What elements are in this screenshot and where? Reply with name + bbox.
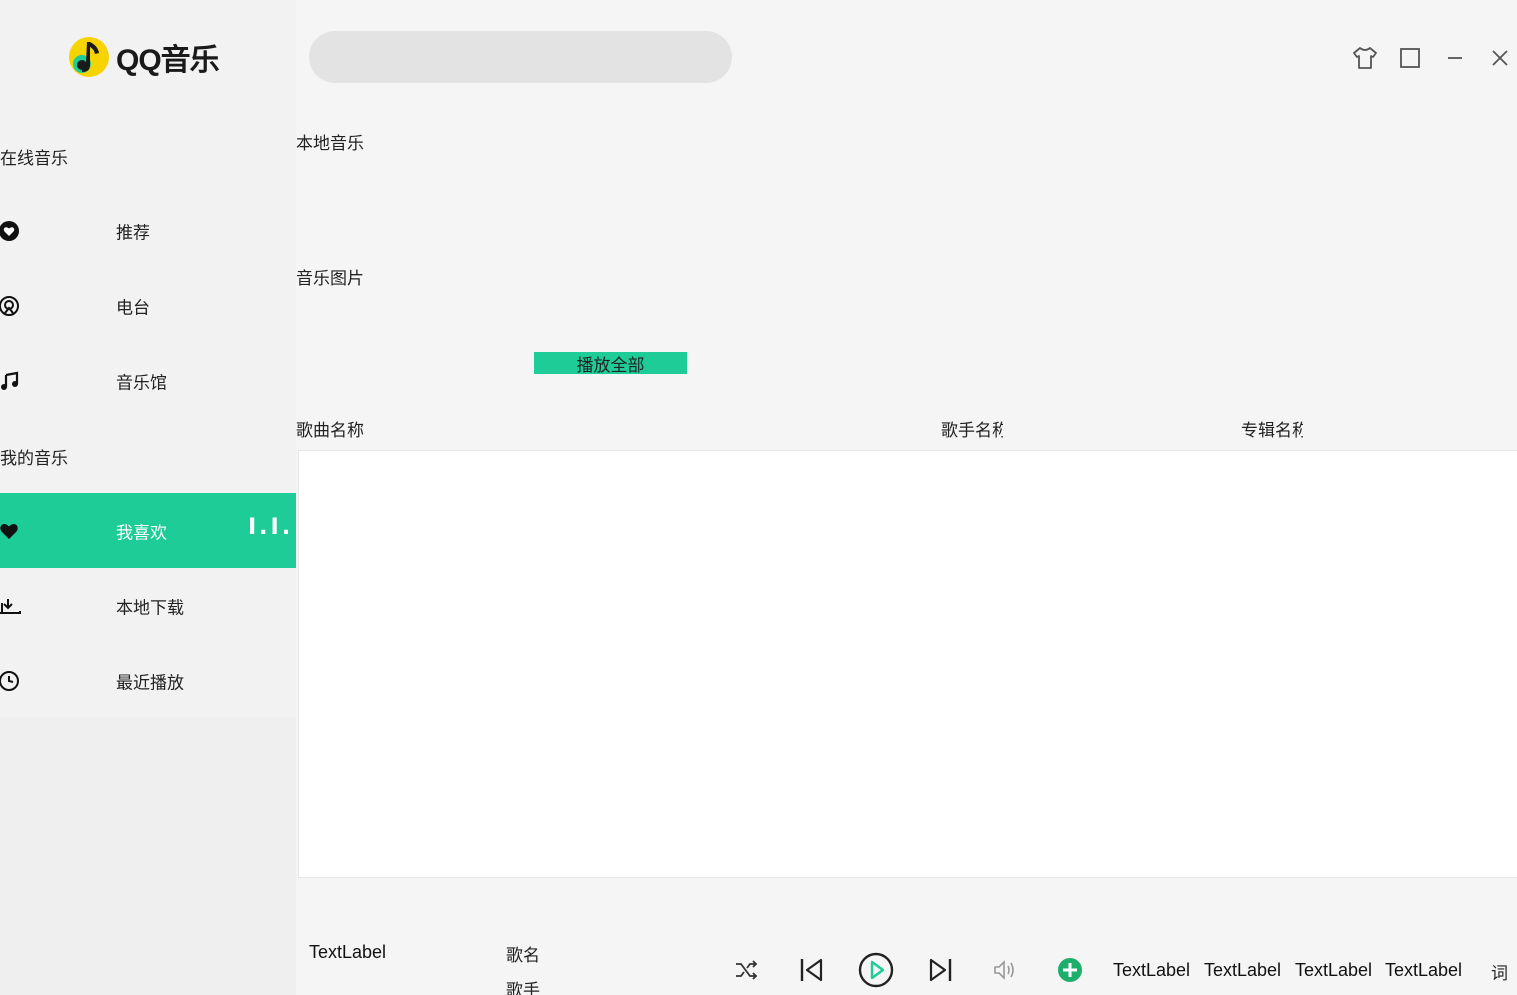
cover-label: TextLabel: [309, 942, 387, 962]
next-icon: [929, 958, 952, 982]
skin-button[interactable]: [1350, 43, 1380, 73]
music-image-label: 音乐图片: [296, 269, 364, 289]
player-text-label-4: TextLabel: [1385, 960, 1463, 980]
sidebar-lower-area: [0, 718, 296, 995]
sidebar-item-music-hall[interactable]: 音乐馆: [0, 343, 296, 418]
lyric-button[interactable]: 词: [1491, 959, 1508, 984]
player-text-label-2: TextLabel: [1204, 960, 1282, 980]
music-note-icon: [0, 370, 22, 392]
shuffle-button[interactable]: [727, 950, 767, 990]
close-icon: [1492, 50, 1508, 66]
play-icon: [858, 952, 894, 988]
player-text-label-3: TextLabel: [1295, 960, 1373, 980]
column-header-song: 歌曲名称: [296, 421, 364, 441]
heart-circle-icon: [0, 220, 22, 242]
sidebar-item-radio[interactable]: 电台: [0, 268, 296, 343]
column-header-album: 专辑名称: [1241, 421, 1303, 441]
page-title: 本地音乐: [296, 134, 364, 154]
qq-music-logo-icon: [69, 37, 109, 77]
sidebar-item-label: 音乐馆: [116, 373, 167, 393]
app-logo: QQ音乐: [68, 36, 220, 78]
playing-indicator: I.I.: [248, 515, 294, 540]
add-icon: [1058, 958, 1082, 982]
minimize-icon: [1448, 57, 1462, 59]
app-logo-text: QQ音乐: [116, 44, 220, 77]
song-list[interactable]: [298, 450, 1517, 878]
clock-icon: [0, 670, 22, 692]
skin-icon: [1353, 47, 1377, 69]
volume-button[interactable]: [985, 950, 1025, 990]
volume-icon: [994, 960, 1014, 980]
heart-icon: [0, 520, 22, 542]
play-all-button[interactable]: 播放全部: [534, 352, 687, 376]
sidebar-item-label: 我喜欢: [116, 523, 167, 543]
sidebar-item-label: 本地下载: [116, 598, 184, 618]
next-button[interactable]: [921, 950, 961, 990]
sidebar-item-local-download[interactable]: 本地下载: [0, 568, 296, 643]
shuffle-icon: [736, 960, 758, 980]
player-text-label-1: TextLabel: [1113, 960, 1191, 980]
sidebar-item-recent[interactable]: 最近播放: [0, 643, 296, 718]
sidebar-item-label: 最近播放: [116, 673, 184, 693]
search-input[interactable]: [309, 31, 732, 83]
maximize-icon: [1400, 48, 1420, 68]
sidebar-heading-online: 在线音乐: [0, 149, 68, 169]
add-to-playlist-button[interactable]: [1050, 950, 1090, 990]
sidebar-item-recommend[interactable]: 推荐: [0, 193, 296, 268]
close-button[interactable]: [1485, 43, 1515, 73]
sidebar-heading-my-music: 我的音乐: [0, 449, 68, 469]
column-header-singer: 歌手名称: [941, 421, 1003, 441]
previous-icon: [800, 958, 823, 982]
maximize-button[interactable]: [1395, 43, 1425, 73]
download-icon: [0, 595, 22, 617]
previous-button[interactable]: [791, 950, 831, 990]
singer-name: 歌手: [506, 981, 540, 995]
play-button[interactable]: [856, 950, 896, 990]
sidebar-item-favorites[interactable]: 我喜欢 I.I.: [0, 493, 296, 568]
radio-icon: [0, 295, 22, 317]
minimize-button[interactable]: [1440, 43, 1470, 73]
sidebar-item-label: 电台: [116, 298, 150, 318]
sidebar-item-label: 推荐: [116, 223, 150, 243]
song-name: 歌名: [506, 946, 540, 966]
